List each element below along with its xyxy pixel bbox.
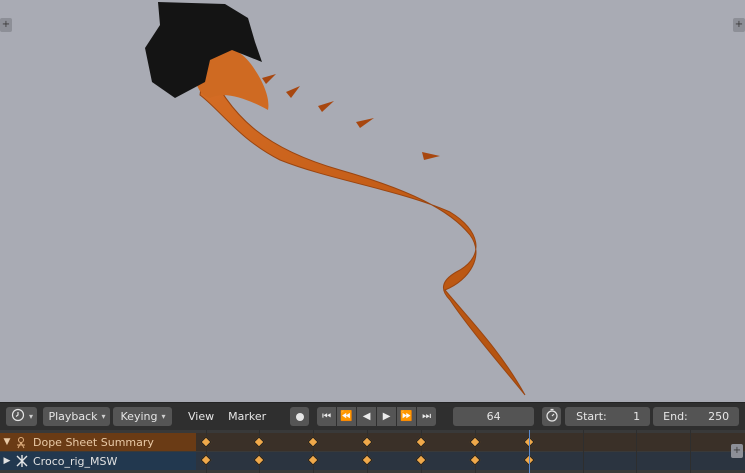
spine-2 bbox=[286, 86, 300, 98]
viewport-corner-plus-right[interactable]: + bbox=[733, 18, 745, 32]
end-value: 250 bbox=[708, 410, 730, 423]
channel-croco-rig[interactable]: ▶ Croco_rig_MSW bbox=[0, 452, 196, 470]
channel-label: Dope Sheet Summary bbox=[33, 435, 154, 449]
end-frame-field[interactable]: End: 250 bbox=[653, 407, 740, 426]
jump-to-keyframe-back-icon[interactable]: ⏪ bbox=[337, 407, 357, 426]
tail-body bbox=[199, 58, 526, 396]
expand-triangle-icon[interactable]: ▼ bbox=[0, 437, 14, 447]
use-preview-range-button[interactable] bbox=[542, 407, 562, 426]
view-menu[interactable]: View bbox=[188, 410, 214, 423]
start-value: 1 bbox=[633, 410, 641, 423]
current-frame-value: 64 bbox=[486, 410, 501, 423]
keying-menu[interactable]: Keying ▾ bbox=[113, 407, 172, 426]
grid-line bbox=[636, 430, 637, 473]
keying-label: Keying bbox=[120, 410, 158, 423]
record-button[interactable] bbox=[290, 407, 310, 426]
collapse-triangle-icon[interactable]: ▶ bbox=[0, 456, 14, 466]
spine-4 bbox=[356, 118, 374, 128]
dopesheet-icon bbox=[14, 435, 30, 449]
current-frame-field[interactable]: 64 bbox=[453, 407, 535, 426]
3d-viewport[interactable]: + + bbox=[0, 0, 745, 400]
jump-to-end-icon[interactable]: ⏭ bbox=[417, 407, 437, 426]
marker-menu[interactable]: Marker bbox=[228, 410, 266, 423]
armature-icon bbox=[14, 454, 30, 468]
viewport-corner-plus-left[interactable]: + bbox=[0, 18, 12, 32]
grid-line bbox=[690, 430, 691, 473]
timeline-body[interactable]: ▼ Dope Sheet Summary ▶ Croco_rig_MSW + bbox=[0, 430, 745, 473]
grid-line bbox=[583, 430, 584, 473]
timeline-header: ▾ Playback ▾ Keying ▾ View Marker ⏮ ⏪ ◀ … bbox=[0, 402, 745, 430]
start-label: Start: bbox=[576, 410, 607, 423]
stopwatch-icon bbox=[545, 408, 559, 425]
chevron-down-icon: ▾ bbox=[101, 412, 106, 421]
channel-label: Croco_rig_MSW bbox=[33, 454, 118, 468]
channel-dope-sheet-summary[interactable]: ▼ Dope Sheet Summary bbox=[0, 433, 196, 451]
chevron-down-icon: ▾ bbox=[29, 412, 34, 421]
start-frame-field[interactable]: Start: 1 bbox=[565, 407, 651, 426]
clock-icon bbox=[11, 408, 25, 425]
record-dot-icon bbox=[295, 412, 304, 421]
timeline-corner-plus[interactable]: + bbox=[731, 444, 743, 458]
play-reverse-icon[interactable]: ◀ bbox=[357, 407, 377, 426]
playback-label: Playback bbox=[48, 410, 98, 423]
editor-type-button[interactable]: ▾ bbox=[6, 407, 37, 426]
transport-controls: ⏮ ⏪ ◀ ▶ ⏩ ⏭ bbox=[317, 407, 437, 426]
jump-to-keyframe-forward-icon[interactable]: ⏩ bbox=[397, 407, 417, 426]
playback-menu[interactable]: Playback ▾ bbox=[43, 407, 110, 426]
croco-model bbox=[145, 2, 526, 396]
spine-3 bbox=[318, 101, 334, 112]
play-icon[interactable]: ▶ bbox=[377, 407, 397, 426]
playhead[interactable] bbox=[529, 430, 530, 473]
end-label: End: bbox=[663, 410, 688, 423]
chevron-down-icon: ▾ bbox=[161, 412, 166, 421]
jump-to-start-icon[interactable]: ⏮ bbox=[317, 407, 337, 426]
keyframe-area[interactable] bbox=[196, 430, 745, 473]
spine-1 bbox=[262, 74, 276, 84]
spine-5 bbox=[422, 152, 440, 160]
